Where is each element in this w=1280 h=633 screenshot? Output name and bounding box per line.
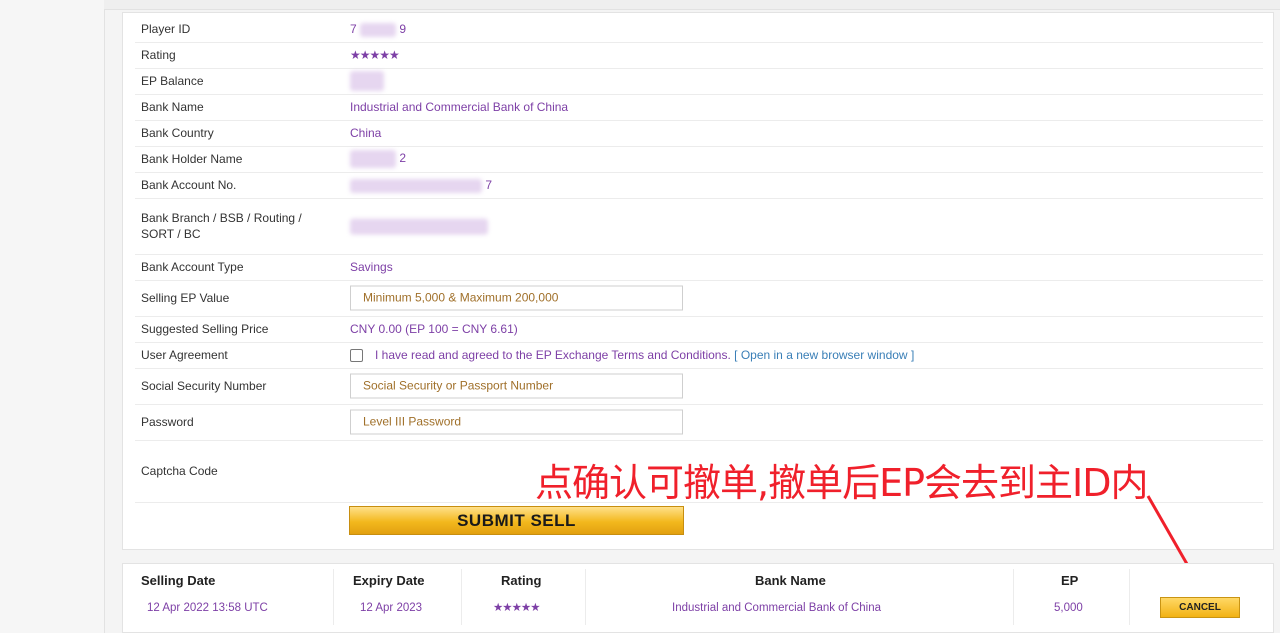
row-rating: Rating ★★★★★ [135, 42, 1263, 69]
cancel-button[interactable]: CANCEL [1160, 597, 1240, 618]
row-bank-account: Bank Account No. 7 [135, 172, 1263, 199]
ssn-label: Social Security Number [141, 379, 267, 393]
bank-branch-label: Bank Branch / BSB / Routing / SORT / BC [141, 211, 302, 241]
redacted-ep-balance [350, 71, 384, 91]
account-type-label: Bank Account Type [141, 260, 244, 274]
row-account-type: Bank Account Type Savings [135, 254, 1263, 281]
agreement-bracket-open: [ [734, 348, 738, 362]
redacted-account-no [350, 178, 482, 193]
row-selling-ep: Selling EP Value Minimum 5,000 & Maximum… [135, 280, 1263, 317]
header-ep: EP [1061, 573, 1079, 588]
top-bar [104, 0, 1280, 10]
redacted-bank-branch [350, 218, 488, 235]
header-bank-name: Bank Name [755, 573, 826, 588]
selling-ep-input[interactable]: Minimum 5,000 & Maximum 200,000 [350, 285, 683, 311]
row-password: Password Level III Password [135, 404, 1263, 441]
header-selling-date: Selling Date [141, 573, 216, 588]
row-bank-country: Bank Country China [135, 120, 1263, 147]
redacted-player-id [360, 22, 397, 37]
password-label: Password [141, 415, 194, 429]
left-gutter [0, 0, 105, 633]
player-id-start: 7 [350, 22, 357, 36]
row-bank-branch: Bank Branch / BSB / Routing / SORT / BC [135, 198, 1263, 255]
user-agreement-label: User Agreement [141, 348, 228, 362]
row-user-agreement: User Agreement I have read and agreed to… [135, 342, 1263, 369]
selling-ep-label: Selling EP Value [141, 291, 230, 305]
suggested-price-value: CNY 0.00 (EP 100 = CNY 6.61) [350, 322, 518, 336]
open-terms-link[interactable]: Open in a new browser window [741, 348, 908, 362]
row-ssn: Social Security Number Social Security o… [135, 368, 1263, 405]
bank-branch-value [350, 218, 488, 235]
player-id-label: Player ID [141, 22, 191, 36]
bank-account-value: 7 [350, 177, 492, 193]
agreement-bracket-close: ] [910, 348, 915, 362]
bank-name-value: Industrial and Commercial Bank of China [350, 100, 569, 114]
bank-name-label: Bank Name [141, 100, 204, 114]
redacted-holder-name [350, 150, 396, 168]
cell-selling-date: 12 Apr 2022 13:58 UTC [147, 602, 268, 614]
account-no-end: 7 [485, 178, 493, 192]
row-bank-holder: Bank Holder Name 2 [135, 146, 1263, 173]
row-bank-name: Bank Name Industrial and Commercial Bank… [135, 94, 1263, 121]
cell-rating-stars-icon: ★★★★★ [493, 602, 541, 614]
column-divider [585, 569, 586, 625]
player-id-end: 9 [399, 22, 407, 36]
holder-name-end: 2 [399, 151, 407, 166]
ep-balance-label: EP Balance [141, 74, 204, 88]
account-type-value: Savings [350, 260, 393, 274]
header-rating: Rating [501, 573, 542, 588]
annotation-text: 点确认可撤单,撤单后EP会去到主ID内 [535, 461, 1148, 505]
cell-expiry-date: 12 Apr 2023 [360, 602, 423, 614]
captcha-label: Captcha Code [141, 464, 218, 478]
row-ep-balance: EP Balance [135, 68, 1263, 95]
agreement-checkbox[interactable] [350, 349, 363, 363]
column-divider [333, 569, 334, 625]
bank-account-label: Bank Account No. [141, 178, 237, 192]
bank-holder-label: Bank Holder Name [141, 152, 243, 166]
ssn-input[interactable]: Social Security or Passport Number [350, 373, 683, 399]
bank-country-value: China [350, 126, 382, 140]
user-agreement-value: I have read and agreed to the EP Exchang… [350, 347, 914, 363]
row-suggested-price: Suggested Selling Price CNY 0.00 (EP 100… [135, 316, 1263, 343]
player-id-value: 7 9 [350, 21, 406, 37]
password-input[interactable]: Level III Password [350, 409, 683, 435]
suggested-price-label: Suggested Selling Price [141, 322, 269, 336]
rating-stars-icon: ★★★★★ [350, 48, 400, 62]
header-expiry-date: Expiry Date [353, 573, 425, 588]
ep-balance-value [350, 71, 384, 91]
bank-holder-value: 2 [350, 150, 406, 168]
cell-bank-name: Industrial and Commercial Bank of China [672, 602, 882, 614]
column-divider [1129, 569, 1130, 625]
cell-ep: 5,000 [1054, 602, 1083, 614]
bank-country-label: Bank Country [141, 126, 214, 140]
agreement-text: I have read and agreed to the EP Exchang… [375, 348, 731, 362]
sell-orders-table: Selling Date Expiry Date Rating Bank Nam… [122, 563, 1274, 633]
rating-label: Rating [141, 48, 176, 62]
row-player-id: Player ID 7 9 [135, 16, 1263, 43]
column-divider [1013, 569, 1014, 625]
submit-sell-button[interactable]: SUBMIT SELL [349, 506, 684, 535]
column-divider [461, 569, 462, 625]
